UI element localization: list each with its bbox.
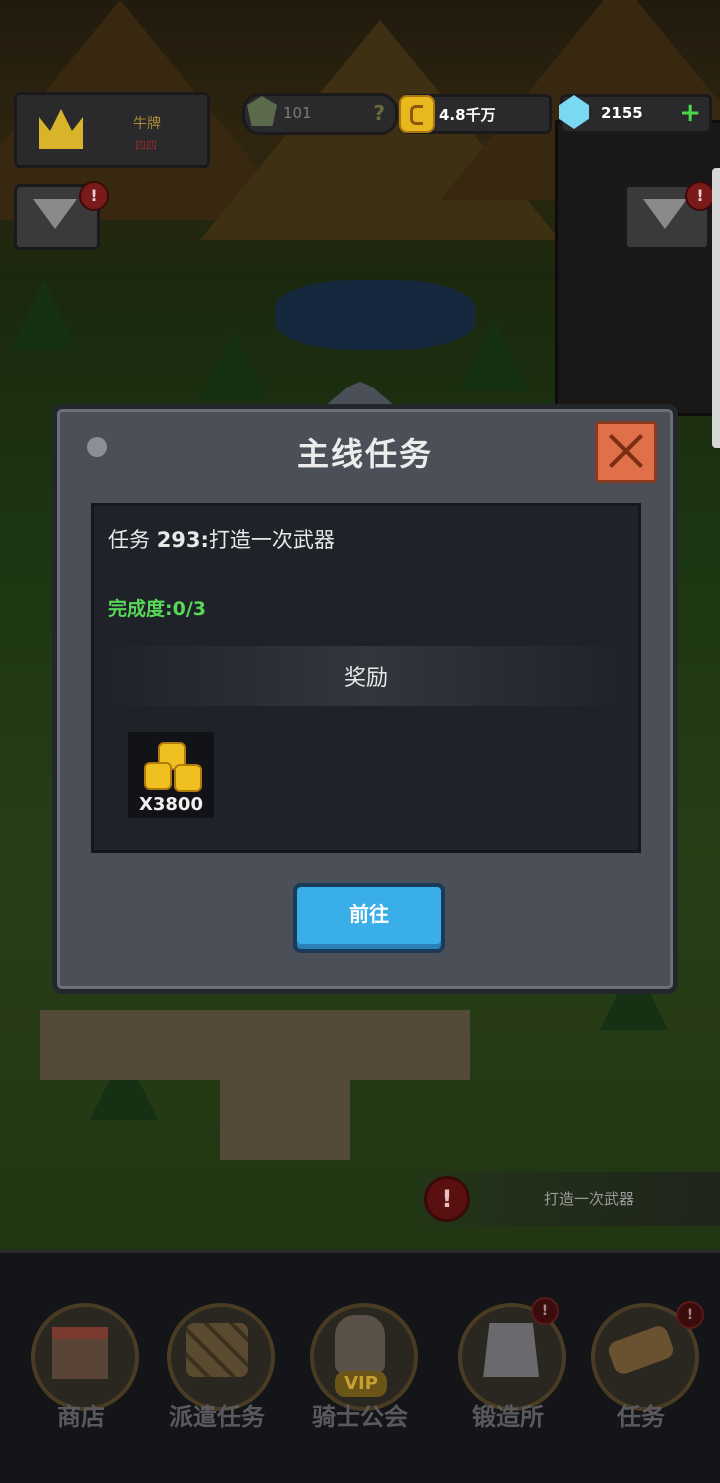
power-panel[interactable]: 101 ?	[242, 93, 398, 135]
task-prefix: 任务	[108, 528, 157, 552]
chevron-down-icon	[643, 199, 687, 229]
task-progress: 完成度:0/3	[108, 594, 206, 621]
task-name: 打造一次武器	[208, 528, 335, 552]
current-task-hint[interactable]: ! 打造一次武器	[420, 1172, 720, 1226]
nav-label-quests: 任务	[617, 1403, 665, 1431]
task-description: 任务 293:打造一次武器	[108, 524, 335, 554]
nav-dispatch[interactable]: 派遣任务	[152, 1293, 282, 1443]
chevron-down-icon	[33, 199, 77, 229]
nav-label-forge: 锻造所	[472, 1403, 544, 1431]
nav-label-shop: 商店	[57, 1403, 105, 1431]
player-rank-panel[interactable]: 牛牌 四四	[14, 92, 210, 168]
close-button[interactable]	[595, 421, 657, 483]
alert-badge: !	[676, 1301, 704, 1329]
gem-value: 2155	[601, 104, 643, 122]
gold-value: 4.8千万	[439, 106, 496, 124]
bottom-navigation: 商店 派遣任务 VIP 骑士公会 ! 锻造所 ! 任务	[0, 1250, 720, 1483]
nav-knight-guild[interactable]: VIP 骑士公会	[295, 1293, 425, 1443]
gold-coins-icon	[142, 742, 202, 792]
go-button[interactable]: 前往	[293, 883, 445, 953]
nav-forge[interactable]: ! 锻造所	[443, 1293, 573, 1443]
knight-helmet-icon	[335, 1315, 385, 1373]
left-menu-button[interactable]: !	[14, 181, 109, 250]
diamond-icon	[559, 95, 589, 129]
reward-item-gold[interactable]: X3800	[128, 732, 214, 818]
power-icon	[247, 96, 277, 126]
player-name: 牛牌	[133, 116, 161, 132]
crown-icon	[39, 109, 83, 149]
progress-value: 0/3	[172, 598, 206, 620]
dialog-title: 主线任务	[296, 435, 433, 473]
progress-label: 完成度:	[108, 598, 173, 620]
alert-badge: !	[79, 181, 109, 211]
reward-header: 奖励	[343, 666, 388, 691]
task-number: 293:	[156, 528, 209, 552]
nav-quests[interactable]: ! 任务	[576, 1293, 706, 1443]
nav-label-dispatch: 派遣任务	[169, 1403, 265, 1431]
gem-panel[interactable]: 2155 +	[559, 94, 712, 134]
nav-label-knight-guild: 骑士公会	[312, 1403, 408, 1431]
wood-logs-icon	[186, 1323, 248, 1377]
reward-quantity: X3800	[139, 794, 203, 815]
vip-tag: VIP	[335, 1371, 387, 1397]
shop-icon	[52, 1327, 108, 1379]
reward-header-bar: 奖励	[94, 646, 638, 706]
gold-panel[interactable]: 4.8千万	[399, 94, 552, 134]
alert-badge: !	[531, 1297, 559, 1325]
power-value: 101	[283, 104, 312, 122]
right-menu-button[interactable]: !	[624, 181, 715, 250]
task-hint-text: 打造一次武器	[544, 1190, 635, 1208]
main-quest-dialog: 主线任务 任务 293:打造一次武器 完成度:0/3 奖励 X3800 前往	[52, 404, 678, 994]
alert-badge: !	[685, 181, 715, 211]
go-button-label: 前往	[349, 902, 389, 926]
help-icon[interactable]: ?	[373, 101, 385, 125]
alert-icon: !	[424, 1176, 470, 1222]
nav-shop[interactable]: 商店	[16, 1293, 146, 1443]
quest-content-panel: 任务 293:打造一次武器 完成度:0/3 奖励 X3800	[91, 503, 641, 853]
add-gems-button[interactable]: +	[679, 98, 701, 128]
gold-coin-icon	[399, 95, 435, 133]
edge-scroll-handle[interactable]	[712, 168, 720, 448]
player-subtitle: 四四	[135, 139, 157, 152]
